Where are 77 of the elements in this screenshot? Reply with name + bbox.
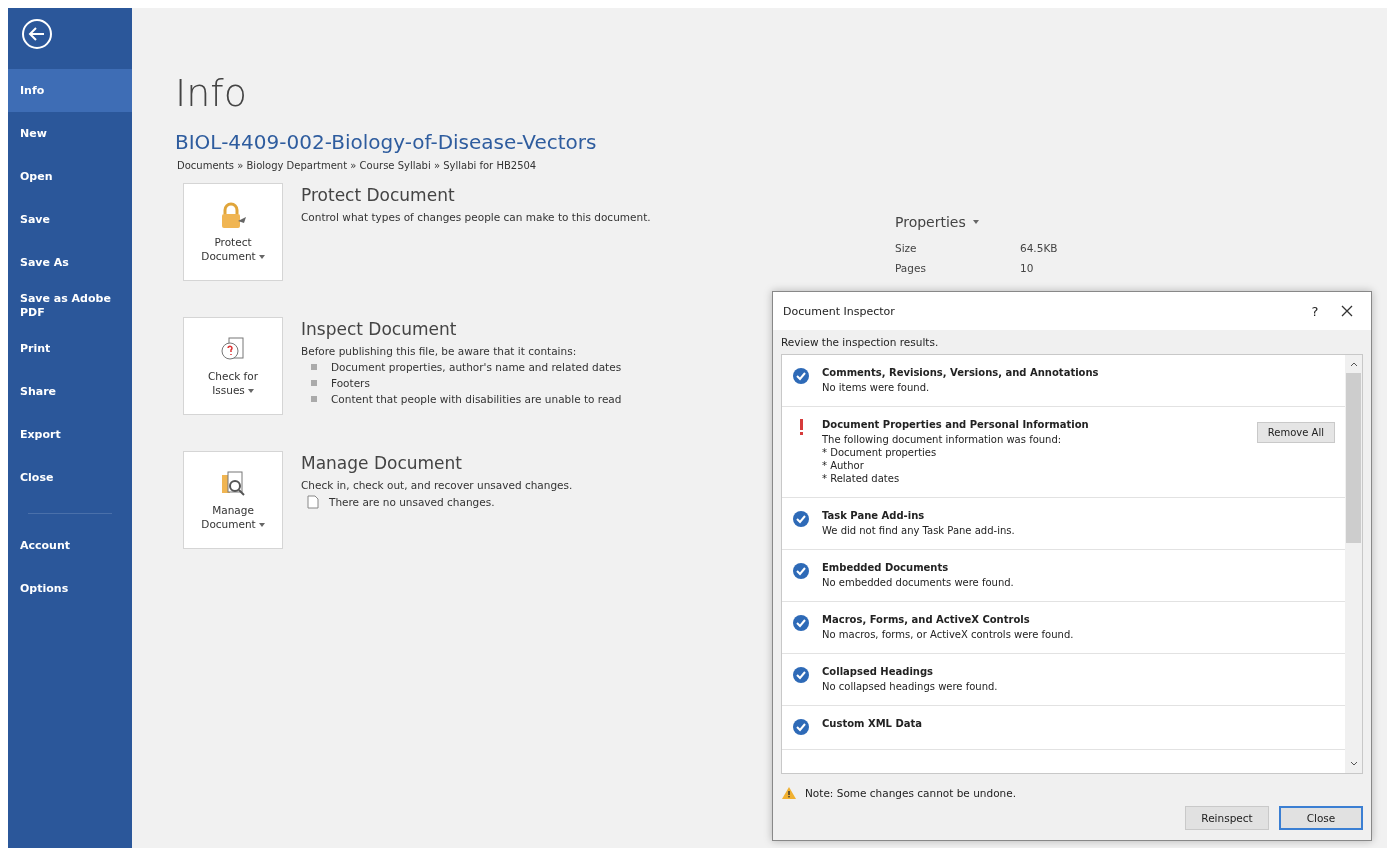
sidebar-item[interactable]: Print <box>8 327 132 370</box>
sidebar-item[interactable]: Save as Adobe PDF <box>8 284 132 327</box>
dialog-title: Document Inspector <box>783 304 896 318</box>
dialog-button[interactable]: Close <box>1279 806 1363 830</box>
page-title: Info <box>175 70 248 116</box>
section-heading: Protect Document <box>301 185 456 205</box>
result-text: The following document information was found: <box>822 434 1063 445</box>
result-title: Collapsed Headings <box>822 666 935 677</box>
sidebar-item[interactable]: Export <box>8 413 132 456</box>
page-icon <box>307 495 319 509</box>
sidebar-item[interactable]: Close <box>8 456 132 499</box>
bullet-text: Document properties, author's name and related dates <box>331 361 622 373</box>
document-path: Documents » Biology Department » Course Syllabi » Syllabi for HB2504 <box>177 160 538 171</box>
result-text: No embedded documents were found. <box>822 577 1015 588</box>
dropdown-caret-icon <box>258 523 265 527</box>
warning-icon <box>781 786 797 800</box>
bullet-text: Content that people with disabilities are unable to read <box>331 393 622 405</box>
scroll-thumb[interactable] <box>1346 373 1361 543</box>
result-text: We did not find any Task Pane add-ins. <box>822 525 1016 536</box>
section-description: Control what types of changes people can make to this document. <box>301 211 651 223</box>
sidebar-item[interactable]: Save As <box>8 241 132 284</box>
property-label: Pages <box>895 262 927 274</box>
result-text: * Related dates <box>822 473 901 484</box>
section-heading: Inspect Document <box>301 319 458 339</box>
property-value: 10 <box>1020 262 1034 274</box>
section-description: Before publishing this file, be aware that it contains: <box>301 345 578 357</box>
check-circle-icon <box>792 666 810 684</box>
sidebar-item[interactable]: Share <box>8 370 132 413</box>
result-title: Custom XML Data <box>822 718 924 729</box>
sidebar-item[interactable]: Save <box>8 198 132 241</box>
section-button[interactable]: Check for Issues <box>183 317 283 415</box>
section-heading: Manage Document <box>301 453 463 473</box>
properties-heading[interactable]: Properties <box>895 214 1058 230</box>
bullet-icon <box>311 396 317 402</box>
sidebar-item[interactable]: Open <box>8 155 132 198</box>
sidebar-item[interactable]: Account <box>8 524 132 567</box>
exclamation-icon <box>799 419 803 435</box>
close-icon[interactable] <box>1341 305 1353 317</box>
result-text: No macros, forms, or ActiveX controls were found. <box>822 629 1075 640</box>
check-circle-icon <box>792 510 810 528</box>
bullet-text: Footers <box>331 377 370 389</box>
section-button[interactable]: Protect Document <box>183 183 283 281</box>
check-circle-icon <box>792 718 810 736</box>
scroll-up-icon[interactable] <box>1349 361 1358 367</box>
dropdown-caret-icon <box>247 389 254 393</box>
sidebar-item[interactable]: Info <box>8 69 132 112</box>
remove-all-button[interactable]: Remove All <box>1256 422 1335 443</box>
result-title: Document Properties and Personal Information <box>822 419 1090 430</box>
result-text: * Author <box>822 460 865 471</box>
dialog-subtitle: Review the inspection results. <box>780 335 940 350</box>
help-button[interactable]: ? <box>1295 303 1335 319</box>
note-text: There are no unsaved changes. <box>329 496 495 508</box>
document-title: BIOL-4409-002-Biology-of-Disease-Vectors <box>175 130 598 154</box>
sidebar-item[interactable]: New <box>8 112 132 155</box>
scroll-down-icon[interactable] <box>1349 761 1358 767</box>
check-circle-icon <box>792 367 810 385</box>
result-title: Comments, Revisions, Versions, and Annotations <box>822 367 1100 378</box>
section-description: Check in, check out, and recover unsaved changes. <box>301 479 573 491</box>
result-title: Embedded Documents <box>822 562 950 573</box>
bullet-icon <box>311 364 317 370</box>
dropdown-caret-icon <box>972 220 979 224</box>
result-text: No items were found. <box>822 382 931 393</box>
check-circle-icon <box>792 614 810 632</box>
bullet-icon <box>311 380 317 386</box>
result-title: Macros, Forms, and ActiveX Controls <box>822 614 1031 625</box>
result-text: No collapsed headings were found. <box>822 681 999 692</box>
dropdown-caret-icon <box>258 255 265 259</box>
result-text: * Document properties <box>822 447 938 458</box>
section-button[interactable]: Manage Document <box>183 451 283 549</box>
dialog-button[interactable]: Reinspect <box>1185 806 1269 830</box>
result-title: Task Pane Add-ins <box>822 510 926 521</box>
check-circle-icon <box>792 562 810 580</box>
sidebar-item[interactable]: Options <box>8 567 132 610</box>
property-label: Size <box>895 242 918 254</box>
property-value: 64.5KB <box>1020 242 1058 254</box>
scrollbar[interactable] <box>1345 355 1362 773</box>
warning-note: Note: Some changes cannot be undone. <box>805 787 1016 799</box>
